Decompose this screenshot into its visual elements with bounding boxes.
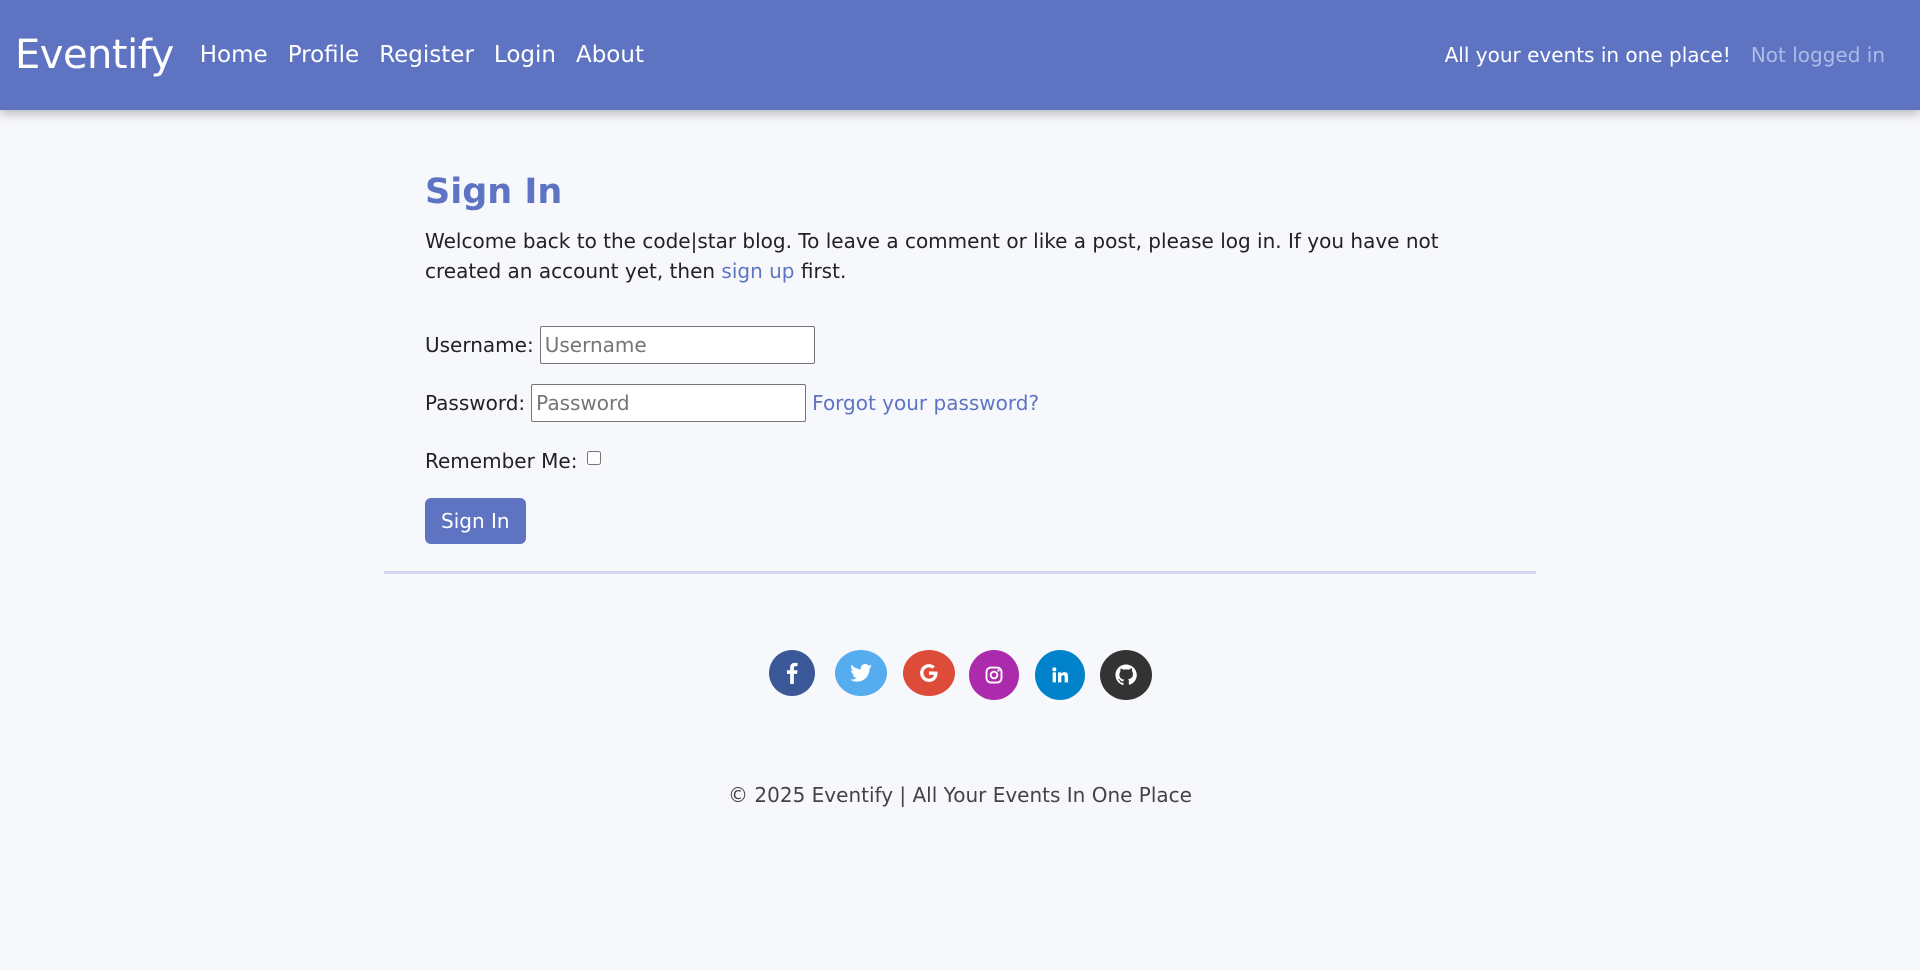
brand-logo[interactable]: Eventify [15, 32, 174, 78]
nav-link-profile[interactable]: Profile [278, 42, 370, 68]
intro-text-after: first. [794, 259, 847, 283]
password-label: Password: [425, 391, 526, 415]
login-status: Not logged in [1750, 43, 1885, 67]
sign-up-link[interactable]: sign up [721, 259, 794, 283]
nav-link-about[interactable]: About [566, 42, 654, 68]
twitter-icon[interactable] [834, 650, 887, 696]
page-title: Sign In [425, 172, 563, 212]
signin-form: Username: Password: Forgot your password… [425, 326, 1505, 544]
username-row: Username: [425, 326, 1505, 364]
nav-links: Home Profile Register Login About [190, 42, 654, 68]
facebook-icon[interactable] [768, 650, 815, 696]
social-links [0, 650, 1920, 700]
password-row: Password: Forgot your password? [425, 384, 1505, 422]
forgot-password-link[interactable]: Forgot your password? [812, 391, 1039, 415]
footer-text: © 2025 Eventify | All Your Events In One… [728, 783, 1192, 807]
nav-link-home[interactable]: Home [190, 42, 278, 68]
navbar: Eventify Home Profile Register Login Abo… [0, 0, 1920, 110]
instagram-icon[interactable] [968, 650, 1019, 700]
sign-in-button[interactable]: Sign In [425, 498, 526, 544]
remember-label: Remember Me: [425, 449, 578, 473]
password-input[interactable] [531, 384, 807, 422]
remember-checkbox[interactable] [587, 451, 602, 465]
nav-link-login[interactable]: Login [484, 42, 566, 68]
intro-text: Welcome back to the code|star blog. To l… [425, 226, 1505, 286]
nav-right: All your events in one place! Not logged… [1445, 43, 1885, 67]
tagline: All your events in one place! [1444, 43, 1731, 67]
divider [384, 571, 1536, 574]
linkedin-icon[interactable] [1034, 650, 1085, 700]
google-icon[interactable] [902, 650, 955, 696]
username-input[interactable] [539, 326, 815, 364]
nav-link-register[interactable]: Register [369, 42, 484, 68]
username-label: Username: [425, 333, 534, 357]
intro-text-before: Welcome back to the code|star blog. To l… [425, 229, 1439, 283]
remember-row: Remember Me: [425, 442, 1505, 480]
github-icon[interactable] [1099, 650, 1152, 700]
signin-section: Sign In Welcome back to the code|star bl… [425, 168, 1505, 544]
